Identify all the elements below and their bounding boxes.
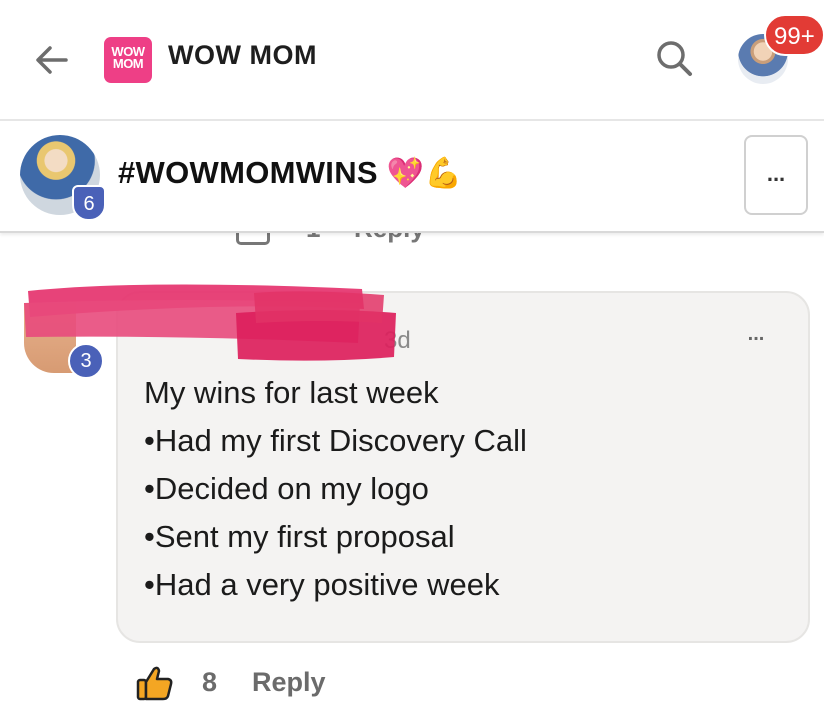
comment-line: •Had a very positive week: [144, 567, 500, 602]
back-button[interactable]: [30, 38, 74, 82]
post-title-text: #WOWMOMWINS: [118, 155, 378, 190]
arrow-left-icon: [36, 46, 68, 74]
thumbs-up-icon[interactable]: [236, 233, 270, 245]
post-more-button[interactable]: ...: [744, 135, 808, 215]
search-icon: [657, 41, 692, 76]
group-logo[interactable]: WOW MOM: [104, 37, 152, 83]
comment-feed[interactable]: 1 Reply 3d ... My wins for last week •Ha…: [0, 233, 824, 716]
app-screen: WOW MOM WOW MOM 99+ 6 #WOWMOMWINS 💖💪 ...…: [0, 0, 824, 716]
post-header: 6 #WOWMOMWINS 💖💪 ...: [0, 121, 824, 233]
comment-like-count: 8: [202, 667, 218, 697]
search-button[interactable]: [652, 36, 696, 80]
comment-line: •Decided on my logo: [144, 471, 429, 506]
comment-more-button[interactable]: ...: [736, 323, 776, 346]
redaction-scribble: [24, 284, 396, 361]
previous-like-count: 1: [306, 233, 320, 244]
comment-body: My wins for last week •Had my first Disc…: [144, 369, 527, 609]
logo-line-2: MOM: [112, 56, 144, 71]
post-title-emojis: 💖💪: [386, 156, 463, 191]
comment-line: My wins for last week: [144, 375, 439, 410]
author-level-badge: 6: [72, 185, 106, 221]
comment-line: •Sent my first proposal: [144, 519, 455, 554]
thumbs-up-icon: [136, 666, 173, 701]
comment-line: •Had my first Discovery Call: [144, 423, 527, 458]
top-bar: WOW MOM WOW MOM 99+: [0, 0, 824, 121]
group-title[interactable]: WOW MOM: [168, 40, 317, 71]
previous-reply-button[interactable]: Reply: [354, 233, 425, 244]
post-title: #WOWMOMWINS 💖💪: [118, 155, 462, 191]
comment-reply-button[interactable]: Reply: [252, 667, 326, 698]
notification-badge[interactable]: 99+: [764, 14, 824, 56]
like-button[interactable]: [136, 665, 174, 701]
